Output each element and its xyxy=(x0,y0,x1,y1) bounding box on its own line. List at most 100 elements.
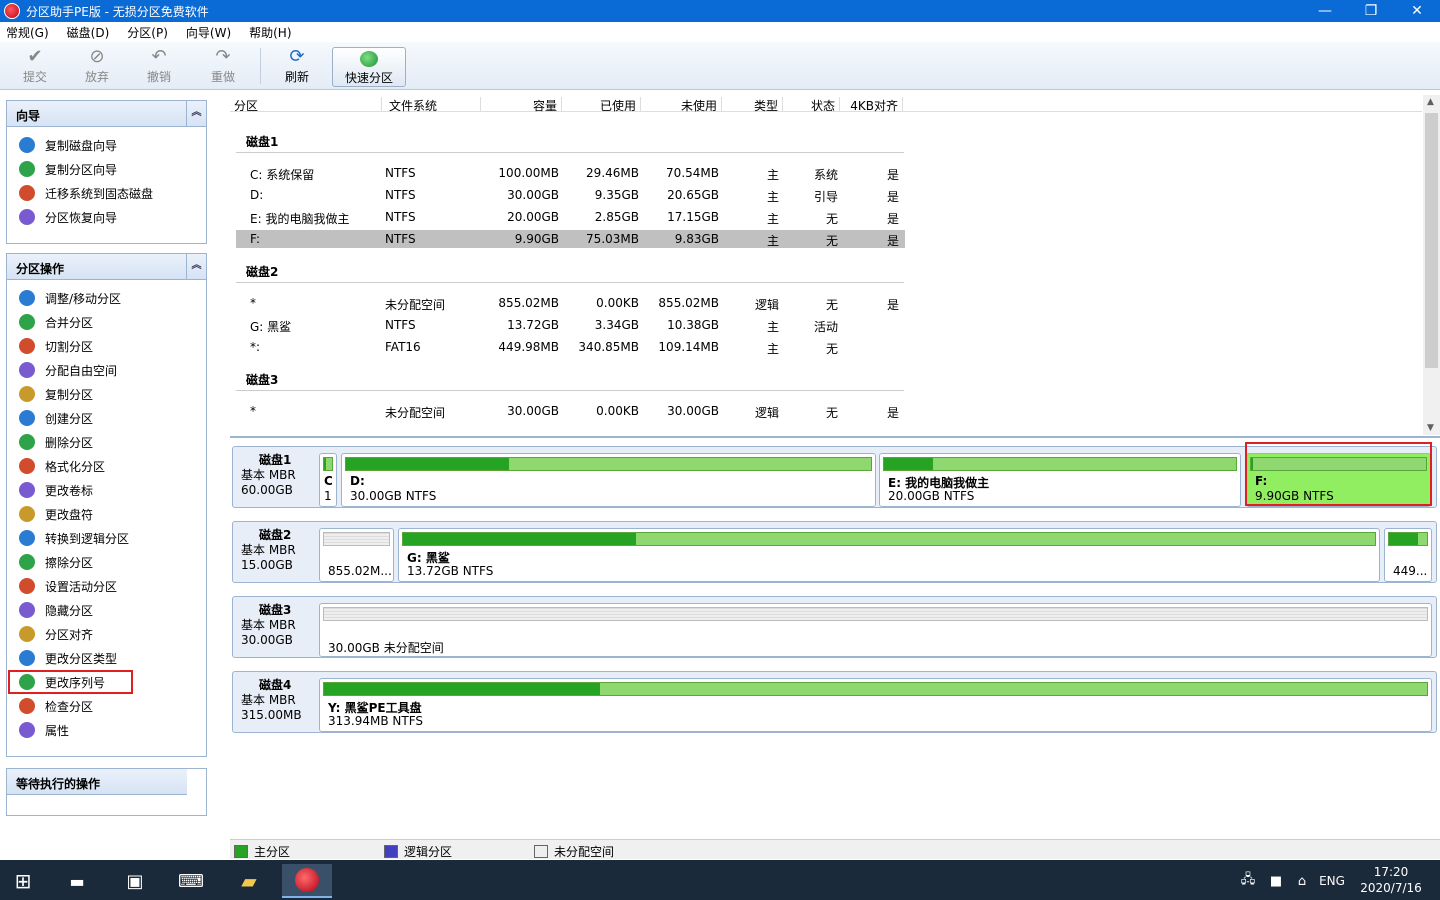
wizard-item[interactable]: 迁移系统到固态磁盘 xyxy=(7,181,206,205)
keyboard-icon[interactable]: ⌨ xyxy=(170,864,212,898)
op-item-icon xyxy=(19,410,35,426)
op-item-icon xyxy=(19,362,35,378)
disk3-map[interactable]: 磁盘3 基本 MBR 30.00GB 30.00GB 未分配空间 xyxy=(232,596,1437,658)
op-item[interactable]: 转换到逻辑分区 xyxy=(7,526,206,550)
menu-disk[interactable]: 磁盘(D) xyxy=(67,24,110,41)
partition-assistant-task-icon[interactable] xyxy=(282,864,332,898)
partition-e[interactable]: E: 我的电脑我做主 20.00GB NTFS xyxy=(879,453,1241,507)
op-item[interactable]: 设置活动分区 xyxy=(7,574,206,598)
op-item-icon xyxy=(19,698,35,714)
op-item[interactable]: 分配自由空间 xyxy=(7,358,206,382)
menu-general[interactable]: 常规(G) xyxy=(6,24,49,41)
op-item[interactable]: 合并分区 xyxy=(7,310,206,334)
table-row[interactable]: G: 黑鲨 NTFS 13.72GB 3.34GB 10.38GB 主 活动 xyxy=(236,316,905,334)
windows-start-icon[interactable]: ⊞ xyxy=(2,864,44,898)
wizard-item[interactable]: 复制磁盘向导 xyxy=(7,133,206,157)
menu-wizard[interactable]: 向导(W) xyxy=(186,24,231,41)
usb-icon[interactable]: ⌂ xyxy=(1290,864,1314,898)
computer-icon[interactable]: ▣ xyxy=(114,864,156,898)
minimize-button[interactable]: — xyxy=(1302,0,1348,22)
table-cell: 9.35GB xyxy=(594,188,639,202)
quick-partition-button[interactable]: 快速分区 xyxy=(332,47,406,87)
splitter[interactable] xyxy=(230,436,1440,438)
table-cell: D: xyxy=(250,188,264,202)
table-row[interactable]: *: FAT16 449.98MB 340.85MB 109.14MB 主 无 xyxy=(236,338,905,356)
refresh-button[interactable]: ⟳ 刷新 xyxy=(270,46,324,88)
undo-button[interactable]: ↶ 撤销 xyxy=(132,46,186,88)
scroll-up-icon[interactable]: ▲ xyxy=(1427,97,1434,107)
disk2-map[interactable]: 磁盘2 基本 MBR 15.00GB 855.02M... G: 黑鲨 13.72GB… xyxy=(232,521,1437,583)
table-row[interactable]: F: NTFS 9.90GB 75.03MB 9.83GB 主 无 是 xyxy=(236,230,905,248)
wizard-item[interactable]: 复制分区向导 xyxy=(7,157,206,181)
collapse-icon[interactable]: ︽ xyxy=(186,254,206,279)
op-item[interactable]: 更改分区类型 xyxy=(7,646,206,670)
col-unused[interactable]: 未使用 xyxy=(642,97,722,113)
table-cell: 30.00GB xyxy=(507,404,559,418)
col-capacity[interactable]: 容量 xyxy=(482,97,562,113)
op-item[interactable]: 调整/移动分区 xyxy=(7,286,206,310)
language-indicator[interactable]: ENG xyxy=(1312,864,1352,898)
op-item[interactable]: 擦除分区 xyxy=(7,550,206,574)
op-item[interactable]: 分区对齐 xyxy=(7,622,206,646)
table-cell: 无 xyxy=(825,212,838,226)
disk-divider xyxy=(236,152,904,153)
close-button[interactable]: ✕ xyxy=(1394,0,1440,22)
partition-d[interactable]: D: 30.00GB NTFS xyxy=(341,453,876,507)
discard-button[interactable]: ⊘ 放弃 xyxy=(70,46,124,88)
commit-button[interactable]: ✔ 提交 xyxy=(8,46,62,88)
redo-button[interactable]: ↷ 重做 xyxy=(196,46,250,88)
col-used[interactable]: 已使用 xyxy=(563,97,641,113)
table-cell: 是 xyxy=(886,406,899,420)
folder-icon[interactable]: ▰ xyxy=(228,864,270,898)
partition-g[interactable]: G: 黑鲨 13.72GB NTFS xyxy=(398,528,1380,582)
op-item[interactable]: 检查分区 xyxy=(7,694,206,718)
col-filesystem[interactable]: 文件系统 xyxy=(389,97,481,113)
op-item[interactable]: 切割分区 xyxy=(7,334,206,358)
table-cell: 9.83GB xyxy=(674,232,719,246)
partition-unallocated[interactable]: 855.02M... xyxy=(319,528,394,582)
partition-c[interactable]: C1 xyxy=(319,453,337,507)
table-row[interactable]: E: 我的电脑我做主 NTFS 20.00GB 2.85GB 17.15GB 主 无 是 xyxy=(236,208,905,226)
disk4-map[interactable]: 磁盘4 基本 MBR 315.00MB Y: 黑鲨PE工具盘 313.94MB NTF… xyxy=(232,671,1437,733)
scroll-thumb[interactable] xyxy=(1425,113,1438,368)
op-item[interactable]: 创建分区 xyxy=(7,406,206,430)
op-item[interactable]: 更改卷标 xyxy=(7,478,206,502)
partition-fat16[interactable]: 449... xyxy=(1384,528,1432,582)
menu-bar: 常规(G) 磁盘(D) 分区(P) 向导(W) 帮助(H) xyxy=(0,22,1440,42)
list-scrollbar[interactable]: ▲ ▼ xyxy=(1423,95,1440,435)
network-icon[interactable]: 🖧 xyxy=(1236,864,1260,898)
table-row[interactable]: C: 系统保留 NTFS 100.00MB 29.46MB 70.54MB 主 系统 是 xyxy=(236,164,905,182)
menu-partition[interactable]: 分区(P) xyxy=(127,24,168,41)
table-cell: 是 xyxy=(886,234,899,248)
op-item[interactable]: 删除分区 xyxy=(7,430,206,454)
table-cell: 主 xyxy=(766,212,779,226)
op-item-icon xyxy=(19,386,35,402)
partition-unallocated[interactable]: 30.00GB 未分配空间 xyxy=(319,603,1432,657)
op-item[interactable]: 复制分区 xyxy=(7,382,206,406)
check-icon: ✔ xyxy=(27,46,43,67)
menu-help[interactable]: 帮助(H) xyxy=(249,24,291,41)
clock[interactable]: 17:20 2020/7/16 xyxy=(1356,864,1426,896)
collapse-icon[interactable]: ︽ xyxy=(186,101,206,126)
op-item[interactable]: 格式化分区 xyxy=(7,454,206,478)
legend-unallocated: 未分配空间 xyxy=(534,843,614,860)
color-icon[interactable]: ■ xyxy=(1262,864,1290,898)
col-4k-align[interactable]: 4KB对齐 xyxy=(841,97,903,113)
wizard-item[interactable]: 分区恢复向导 xyxy=(7,205,206,229)
col-type[interactable]: 类型 xyxy=(723,97,783,113)
op-item[interactable]: 隐藏分区 xyxy=(7,598,206,622)
op-item[interactable]: 更改盘符 xyxy=(7,502,206,526)
op-item-icon xyxy=(19,722,35,738)
partition-y[interactable]: Y: 黑鲨PE工具盘 313.94MB NTFS xyxy=(319,678,1432,732)
table-cell: 主 xyxy=(766,168,779,182)
scroll-down-icon[interactable]: ▼ xyxy=(1427,423,1434,433)
op-item[interactable]: 属性 xyxy=(7,718,206,742)
col-status[interactable]: 状态 xyxy=(784,97,840,113)
table-cell: 逻辑 xyxy=(754,298,779,312)
drive-icon[interactable]: ▬ xyxy=(56,864,98,898)
table-row[interactable]: D: NTFS 30.00GB 9.35GB 20.65GB 主 引导 是 xyxy=(236,186,905,204)
col-partition[interactable]: 分区 xyxy=(234,97,382,113)
table-row[interactable]: * 未分配空间 30.00GB 0.00KB 30.00GB 逻辑 无 是 xyxy=(236,402,905,420)
maximize-button[interactable]: ❐ xyxy=(1348,0,1394,22)
table-row[interactable]: * 未分配空间 855.02MB 0.00KB 855.02MB 逻辑 无 是 xyxy=(236,294,905,312)
